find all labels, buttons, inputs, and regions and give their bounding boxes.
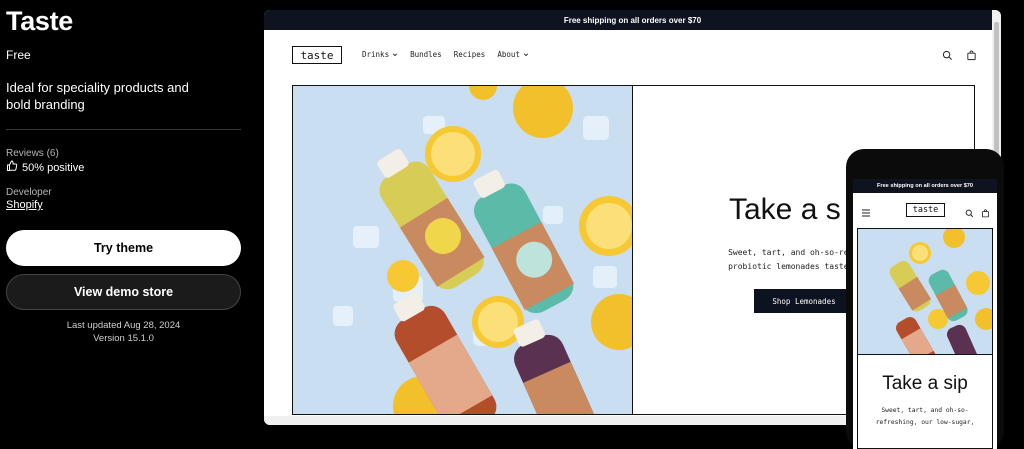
divider	[6, 129, 241, 130]
cart-icon[interactable]	[966, 48, 977, 66]
theme-description: Ideal for speciality products and bold b…	[6, 80, 189, 112]
reviews-summary: 50% positive	[6, 160, 84, 175]
version-text: Version 15.1.0	[93, 333, 154, 344]
menu-icon[interactable]	[861, 205, 871, 223]
mobile-hero: Take a sip Sweet, tart, and oh-so- refre…	[857, 228, 993, 449]
announcement-bar: Free shipping on all orders over $70	[264, 10, 1001, 30]
try-theme-button[interactable]: Try theme	[6, 230, 241, 266]
last-updated-text: Last updated Aug 28, 2024	[66, 320, 181, 331]
shop-lemonades-button[interactable]: Shop Lemonades	[754, 289, 854, 313]
thumbs-up-icon	[6, 160, 18, 175]
developer-label: Developer	[6, 187, 52, 198]
main-nav: Drinks Bundles Recipes About	[362, 50, 529, 59]
theme-title: Taste	[6, 6, 74, 36]
search-icon[interactable]	[965, 205, 974, 223]
mobile-store-logo[interactable]: taste	[906, 203, 945, 217]
header-icons	[942, 48, 977, 66]
mobile-preview[interactable]: Free shipping on all orders over $70 tas…	[846, 149, 1004, 449]
theme-info-panel: Taste Free Ideal for speciality products…	[0, 0, 262, 445]
nav-label: Drinks	[362, 50, 390, 59]
mobile-screen: Free shipping on all orders over $70 tas…	[853, 179, 997, 449]
nav-item-recipes[interactable]: Recipes	[454, 50, 486, 59]
mobile-hero-title: Take a sip	[882, 373, 968, 394]
store-logo[interactable]: taste	[292, 46, 342, 64]
mobile-announcement-bar: Free shipping on all orders over $70	[853, 179, 997, 193]
chevron-down-icon	[523, 53, 528, 56]
mobile-hero-image	[858, 229, 992, 355]
nav-item-about[interactable]: About	[497, 50, 529, 59]
chevron-down-icon	[392, 53, 398, 56]
reviews-label[interactable]: Reviews (6)	[6, 148, 59, 159]
search-icon[interactable]	[942, 48, 953, 66]
mobile-body-line: Sweet, tart, and oh-so-	[881, 407, 969, 414]
cart-icon[interactable]	[981, 205, 990, 223]
nav-item-bundles[interactable]: Bundles	[410, 50, 442, 59]
mobile-hero-body: Sweet, tart, and oh-so- refreshing, our …	[858, 405, 992, 429]
hero-image	[293, 86, 633, 414]
reviews-value: 50% positive	[22, 161, 85, 174]
theme-price: Free	[6, 48, 31, 62]
developer-link[interactable]: Shopify	[6, 199, 43, 211]
scrollbar-thumb[interactable]	[994, 22, 999, 172]
nav-item-drinks[interactable]: Drinks	[362, 50, 398, 59]
nav-label: About	[497, 50, 520, 59]
hero-title: Take a s	[729, 193, 841, 226]
mobile-body-line: refreshing, our low-sugar,	[875, 419, 975, 426]
view-demo-store-button[interactable]: View demo store	[6, 274, 241, 310]
